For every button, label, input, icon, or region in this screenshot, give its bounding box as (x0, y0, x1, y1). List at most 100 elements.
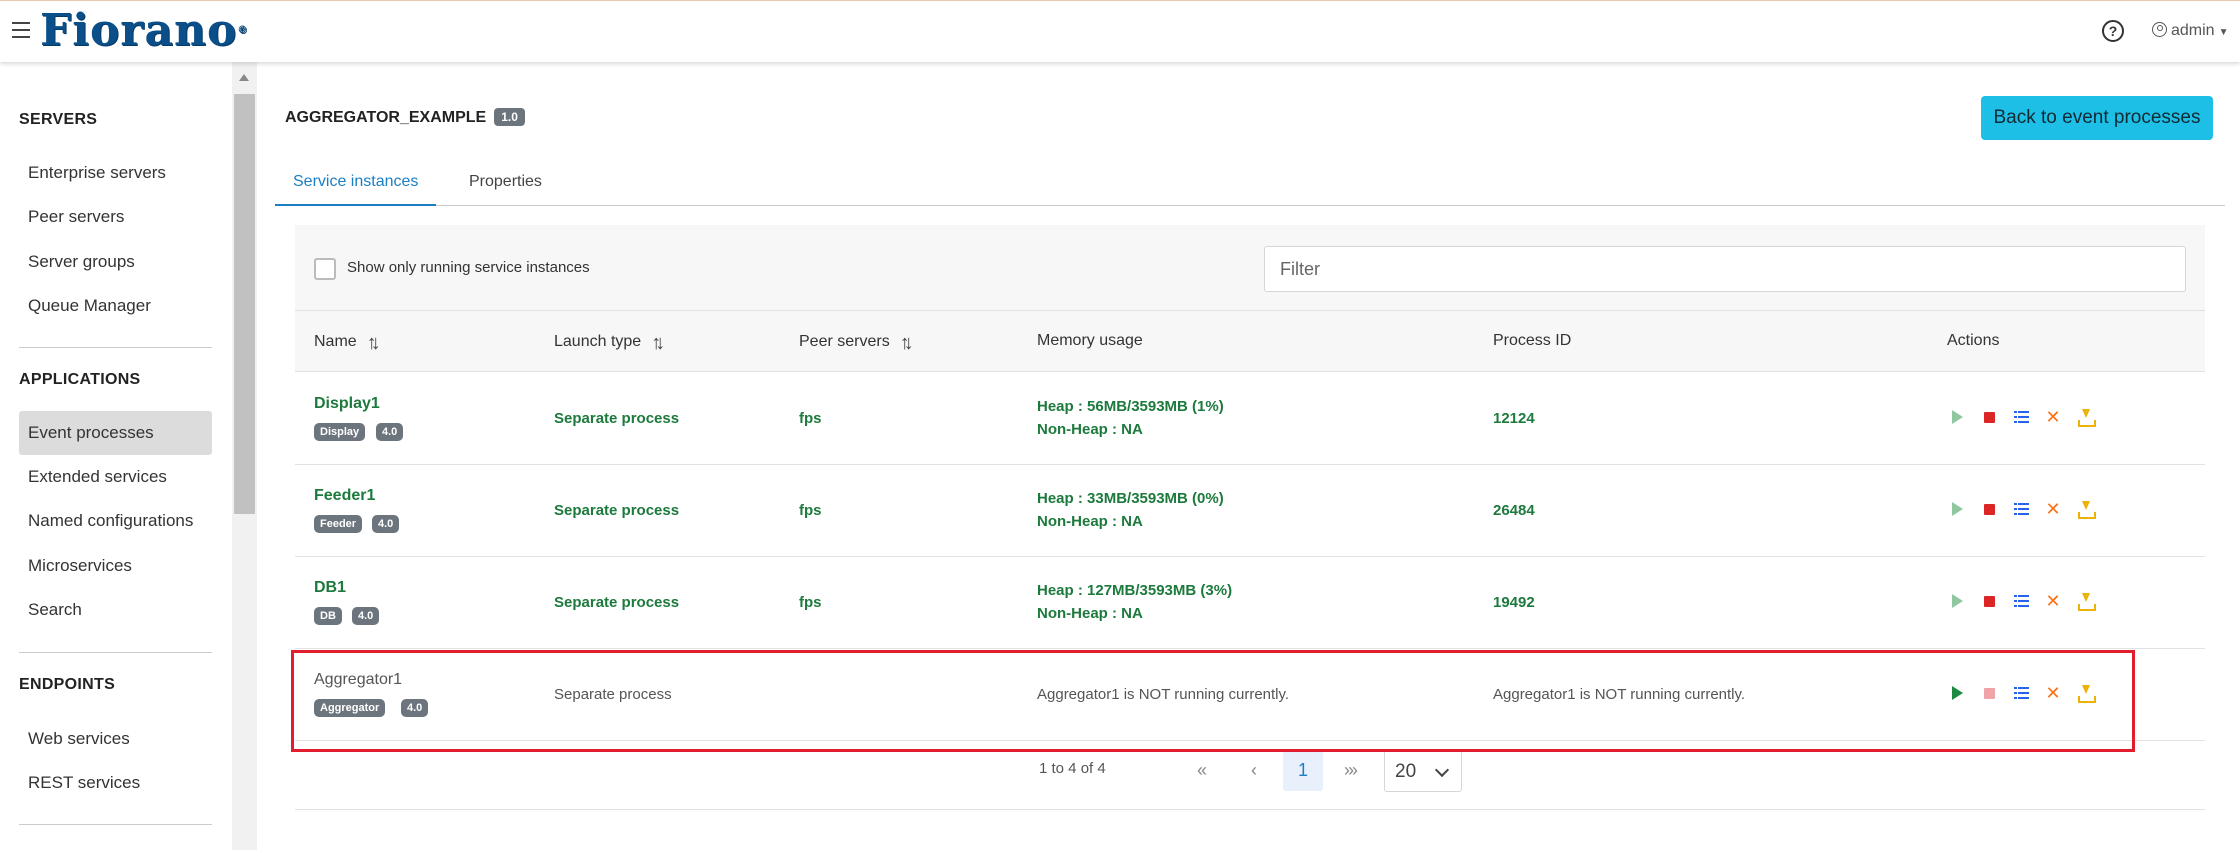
sidebar-item-peer-servers[interactable]: Peer servers (19, 195, 212, 239)
fiorano-logo[interactable]: Fiorano® (40, 7, 248, 55)
sidebar-section-applications: APPLICATIONS (19, 371, 141, 388)
start-icon[interactable] (1947, 499, 1967, 519)
show-running-label[interactable]: Show only running service instances (347, 259, 590, 276)
pagination: 1 to 4 of 4 « ‹ 1 › 20 (295, 729, 2205, 810)
clear-icon[interactable]: ✕ (2043, 499, 2063, 519)
logs-list-icon[interactable] (2011, 683, 2031, 703)
sidebar-item-queue-manager[interactable]: Queue Manager (19, 284, 212, 328)
logs-list-icon[interactable] (2011, 407, 2031, 427)
start-icon[interactable] (1947, 591, 1967, 611)
column-header-peer-servers[interactable]: Peer servers ↑↓ (799, 332, 914, 355)
scrollbar-thumb[interactable] (234, 94, 255, 514)
back-to-event-processes-button[interactable]: Back to event processes (1981, 96, 2213, 140)
sidebar-item-web-services[interactable]: Web services (19, 717, 212, 761)
instance-name[interactable]: Display1 (314, 395, 380, 413)
component-version-tag: 4.0 (376, 423, 404, 441)
component-version-tag: 4.0 (372, 515, 400, 533)
user-name: admin (2171, 22, 2215, 39)
column-header-memory-usage: Memory usage (1037, 332, 1143, 349)
logs-list-icon[interactable] (2011, 591, 2031, 611)
logo-text: Fiorano (40, 5, 238, 56)
previous-page-icon[interactable]: ‹ (1234, 751, 1274, 791)
sidebar-item-microservices[interactable]: Microservices (19, 544, 212, 588)
sidebar-item-search[interactable]: Search (19, 588, 212, 632)
current-page-button[interactable]: 1 (1283, 751, 1323, 791)
non-heap-usage: Non-Heap : NA (1037, 513, 1143, 530)
show-running-checkbox[interactable] (314, 258, 336, 280)
sort-icon[interactable]: ↑↓ (367, 332, 381, 355)
caret-down-icon: ▼ (2218, 27, 2229, 38)
stop-icon[interactable] (1979, 407, 1999, 427)
column-header-name[interactable]: Name ↑↓ (314, 332, 381, 355)
process-id: 12124 (1493, 410, 1535, 427)
download-icon[interactable] (2075, 683, 2096, 703)
download-icon[interactable] (2075, 591, 2096, 611)
sort-icon[interactable]: ↑↓ (900, 332, 914, 355)
user-icon (2152, 22, 2167, 37)
version-badge: 1.0 (494, 108, 525, 126)
clear-icon[interactable]: ✕ (2043, 407, 2063, 427)
scroll-up-arrow-icon[interactable] (239, 74, 249, 81)
sidebar-item-rest-services[interactable]: REST services (19, 761, 212, 805)
instance-name[interactable]: Aggregator1 (314, 671, 402, 689)
stop-icon[interactable] (1979, 499, 1999, 519)
clear-icon[interactable]: ✕ (2043, 591, 2063, 611)
component-version-tag: 4.0 (401, 699, 429, 717)
row-actions: ✕ (1947, 683, 2097, 703)
sidebar-item-extended-services[interactable]: Extended services (19, 455, 212, 499)
peer-server: fps (799, 502, 822, 519)
sidebar-section-endpoints: ENDPOINTS (19, 676, 116, 693)
component-tag: DB (314, 607, 342, 625)
component-tag: Feeder (314, 515, 363, 533)
column-peer-servers-label: Peer servers (799, 333, 890, 350)
sidebar-item-enterprise-servers[interactable]: Enterprise servers (19, 151, 212, 195)
first-page-icon[interactable]: « (1182, 751, 1222, 791)
peer-server: fps (799, 410, 822, 427)
last-page-icon[interactable]: » (1329, 751, 1369, 791)
sidebar-item-named-configurations[interactable]: Named configurations (19, 499, 212, 543)
instance-name[interactable]: Feeder1 (314, 487, 375, 505)
service-instances-panel: Show only running service instances Name… (295, 225, 2205, 810)
process-id-message: Aggregator1 is NOT running currently. (1493, 686, 1746, 703)
start-icon[interactable] (1947, 407, 1967, 427)
help-icon[interactable]: ? (2102, 20, 2124, 42)
heap-usage: Heap : 127MB/3593MB (3%) (1037, 582, 1233, 599)
sort-icon[interactable]: ↑↓ (651, 332, 665, 355)
non-heap-usage: Non-Heap : NA (1037, 421, 1143, 438)
process-name: AGGREGATOR_EXAMPLE (285, 109, 487, 126)
logs-list-icon[interactable] (2011, 499, 2031, 519)
stop-icon[interactable] (1979, 591, 1999, 611)
clear-icon[interactable]: ✕ (2043, 683, 2063, 703)
filter-input[interactable] (1264, 246, 2186, 292)
download-icon[interactable] (2075, 499, 2096, 519)
table-row: Aggregator1 Aggregator 4.0 Separate proc… (295, 649, 2205, 741)
start-icon[interactable] (1947, 683, 1967, 703)
pagination-summary: 1 to 4 of 4 (1039, 760, 1106, 777)
chevron-down-icon (1434, 762, 1450, 778)
memory-usage-message: Aggregator1 is NOT running currently. (1037, 686, 1290, 703)
column-header-launch-type[interactable]: Launch type ↑↓ (554, 332, 665, 355)
sidebar-item-event-processes[interactable]: Event processes (19, 411, 212, 455)
row-actions: ✕ (1947, 591, 2097, 611)
logo-registered-mark: ® (237, 25, 249, 36)
sidebar-item-server-groups[interactable]: Server groups (19, 240, 212, 284)
table-row: DB1 DB 4.0 Separate process fps Heap : 1… (295, 557, 2205, 649)
sidebar-scrollbar[interactable] (232, 62, 257, 850)
row-actions: ✕ (1947, 499, 2097, 519)
tab-properties[interactable]: Properties (451, 160, 560, 206)
stop-icon[interactable] (1979, 683, 1999, 703)
user-menu[interactable]: admin ▼ (2152, 22, 2228, 40)
download-icon[interactable] (2075, 407, 2096, 427)
page-title: AGGREGATOR_EXAMPLE 1.0 (285, 108, 525, 127)
heap-usage: Heap : 56MB/3593MB (1%) (1037, 398, 1224, 415)
tab-service-instances[interactable]: Service instances (275, 160, 437, 206)
page-size-select[interactable]: 20 (1384, 749, 1462, 792)
column-header-actions: Actions (1947, 332, 2000, 349)
menu-icon[interactable] (12, 22, 30, 38)
instance-name[interactable]: DB1 (314, 579, 346, 597)
tab-bar: Service instances Properties (275, 160, 2225, 206)
non-heap-usage: Non-Heap : NA (1037, 605, 1143, 622)
heap-usage: Heap : 33MB/3593MB (0%) (1037, 490, 1224, 507)
column-launch-type-label: Launch type (554, 333, 642, 350)
process-id: 26484 (1493, 502, 1535, 519)
